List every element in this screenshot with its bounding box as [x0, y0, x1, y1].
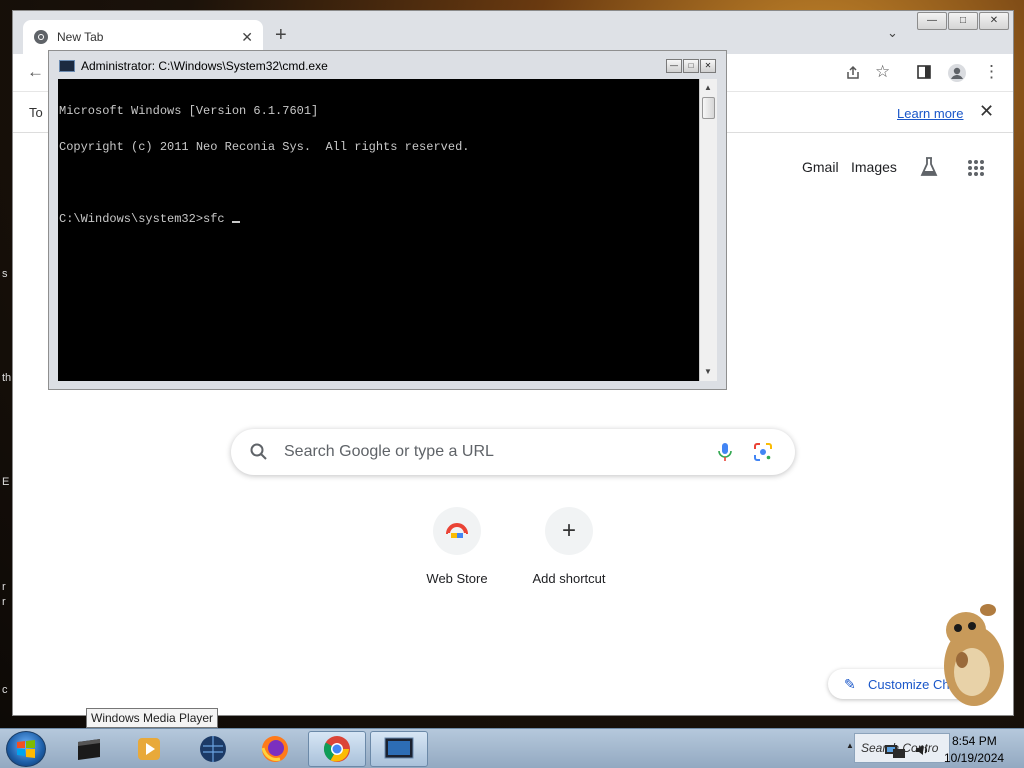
cmd-close-button[interactable]: ✕: [700, 59, 716, 73]
hamster-mascot-image: [944, 604, 1004, 706]
desktop-edge-text: c: [2, 684, 8, 696]
cmd-scrollbar[interactable]: ▲ ▼: [699, 79, 717, 381]
minimize-button[interactable]: —: [917, 12, 947, 30]
firefox-icon: [261, 736, 288, 762]
desktop-edge-text: r: [2, 581, 6, 593]
taskbar-media-player-button[interactable]: [120, 731, 178, 767]
tab-close-icon[interactable]: ✕: [241, 29, 253, 46]
cmd-minimize-button[interactable]: —: [666, 59, 682, 73]
cmd-title: Administrator: C:\Windows\System32\cmd.e…: [81, 59, 328, 73]
console-output[interactable]: Microsoft Windows [Version 6.1.7601] Cop…: [58, 79, 699, 381]
profile-avatar-icon[interactable]: [947, 63, 967, 83]
bookmark-star-icon[interactable]: ☆: [875, 62, 890, 82]
clock-time[interactable]: 8:54 PM: [952, 734, 997, 748]
console-line: Microsoft Windows [Version 6.1.7601]: [59, 104, 319, 118]
cmd-window-icon: [59, 60, 75, 72]
google-apps-grid-icon[interactable]: [967, 159, 985, 177]
maximize-button[interactable]: □: [948, 12, 978, 30]
info-bar-close-icon[interactable]: ✕: [979, 101, 994, 122]
system-tray: ▲ Search Contro 8:54 PM 10/19/2024: [840, 729, 1024, 768]
console-prompt: C:\Windows\system32>sfc: [59, 212, 232, 226]
chrome-favicon-icon: [34, 30, 48, 44]
network-icon[interactable]: [884, 743, 906, 759]
plus-icon: +: [545, 507, 593, 555]
images-link[interactable]: Images: [851, 159, 897, 175]
learn-more-link[interactable]: Learn more: [897, 106, 963, 121]
taskbar-tooltip: Windows Media Player: [86, 708, 219, 728]
desktop-edge-text: r: [2, 596, 6, 608]
search-placeholder: Search Google or type a URL: [284, 443, 494, 460]
tab-strip: New Tab ✕ + ⌄ — □ ✕: [13, 11, 1013, 54]
shortcut-label: Add shortcut: [532, 571, 606, 586]
scrollbar-thumb[interactable]: [702, 97, 715, 119]
cmd-title-bar[interactable]: Administrator: C:\Windows\System32\cmd.e…: [59, 59, 328, 73]
shortcut-label: Web Store: [426, 571, 488, 586]
close-button[interactable]: ✕: [979, 12, 1009, 30]
search-icon: [250, 443, 267, 460]
tab-new-tab[interactable]: New Tab ✕: [23, 20, 263, 54]
taskbar-firefox-button[interactable]: [246, 731, 304, 767]
google-search-box[interactable]: Search Google or type a URL: [231, 429, 795, 475]
google-lens-icon[interactable]: [753, 442, 773, 462]
volume-icon[interactable]: [914, 742, 930, 758]
scroll-down-arrow-icon[interactable]: ▼: [704, 367, 712, 376]
more-options-icon[interactable]: ⋮: [983, 62, 1000, 82]
side-panel-icon[interactable]: [917, 65, 931, 79]
shortcut-web-store[interactable]: Web Store: [402, 507, 512, 586]
voice-search-mic-icon[interactable]: [717, 441, 733, 463]
windows-media-player-icon: [138, 738, 160, 760]
cmd-maximize-button[interactable]: □: [683, 59, 699, 73]
tab-search-dropdown-icon[interactable]: ⌄: [887, 25, 898, 41]
taskbar: ▲ Search Contro 8:54 PM 10/19/2024: [0, 728, 1024, 768]
taskbar-globe-button[interactable]: [184, 731, 242, 767]
taskbar-chrome-button[interactable]: [308, 731, 366, 767]
cmd-window-controls: — □ ✕: [666, 59, 716, 73]
desktop-edge-text: E: [2, 476, 10, 488]
back-arrow-icon[interactable]: ←: [27, 62, 44, 82]
show-hidden-icons-icon[interactable]: ▲: [846, 741, 854, 750]
info-bar-text: To: [29, 105, 43, 120]
console-line: Copyright (c) 2011 Neo Reconia Sys. All …: [59, 140, 470, 154]
tab-title: New Tab: [57, 30, 104, 44]
web-store-icon: [433, 507, 481, 555]
cmd-window[interactable]: Administrator: C:\Windows\System32\cmd.e…: [48, 50, 727, 390]
console-prompt-line: C:\Windows\system32>sfc: [59, 213, 698, 225]
pencil-icon: ✎: [844, 676, 856, 692]
labs-flask-icon[interactable]: [919, 156, 939, 178]
text-cursor: [231, 221, 240, 223]
gmail-link[interactable]: Gmail: [802, 159, 839, 175]
chrome-icon: [323, 736, 350, 762]
desktop-edge-text: s: [2, 268, 8, 280]
clock-date[interactable]: 10/19/2024: [944, 751, 1004, 765]
scroll-up-arrow-icon[interactable]: ▲: [704, 83, 712, 92]
chrome-window-controls: — □ ✕: [917, 12, 1009, 30]
desktop-edge-text: th: [2, 372, 12, 384]
add-shortcut-button[interactable]: + Add shortcut: [514, 507, 624, 586]
windows-logo-icon: [17, 740, 35, 758]
cmd-icon: [384, 737, 414, 759]
start-button[interactable]: [6, 731, 46, 767]
share-icon[interactable]: [845, 65, 861, 81]
new-tab-button[interactable]: +: [275, 24, 287, 47]
app-black-icon: [78, 739, 100, 760]
globe-icon: [200, 736, 226, 762]
taskbar-cmd-button[interactable]: [370, 731, 428, 767]
taskbar-app-button[interactable]: [60, 731, 118, 767]
